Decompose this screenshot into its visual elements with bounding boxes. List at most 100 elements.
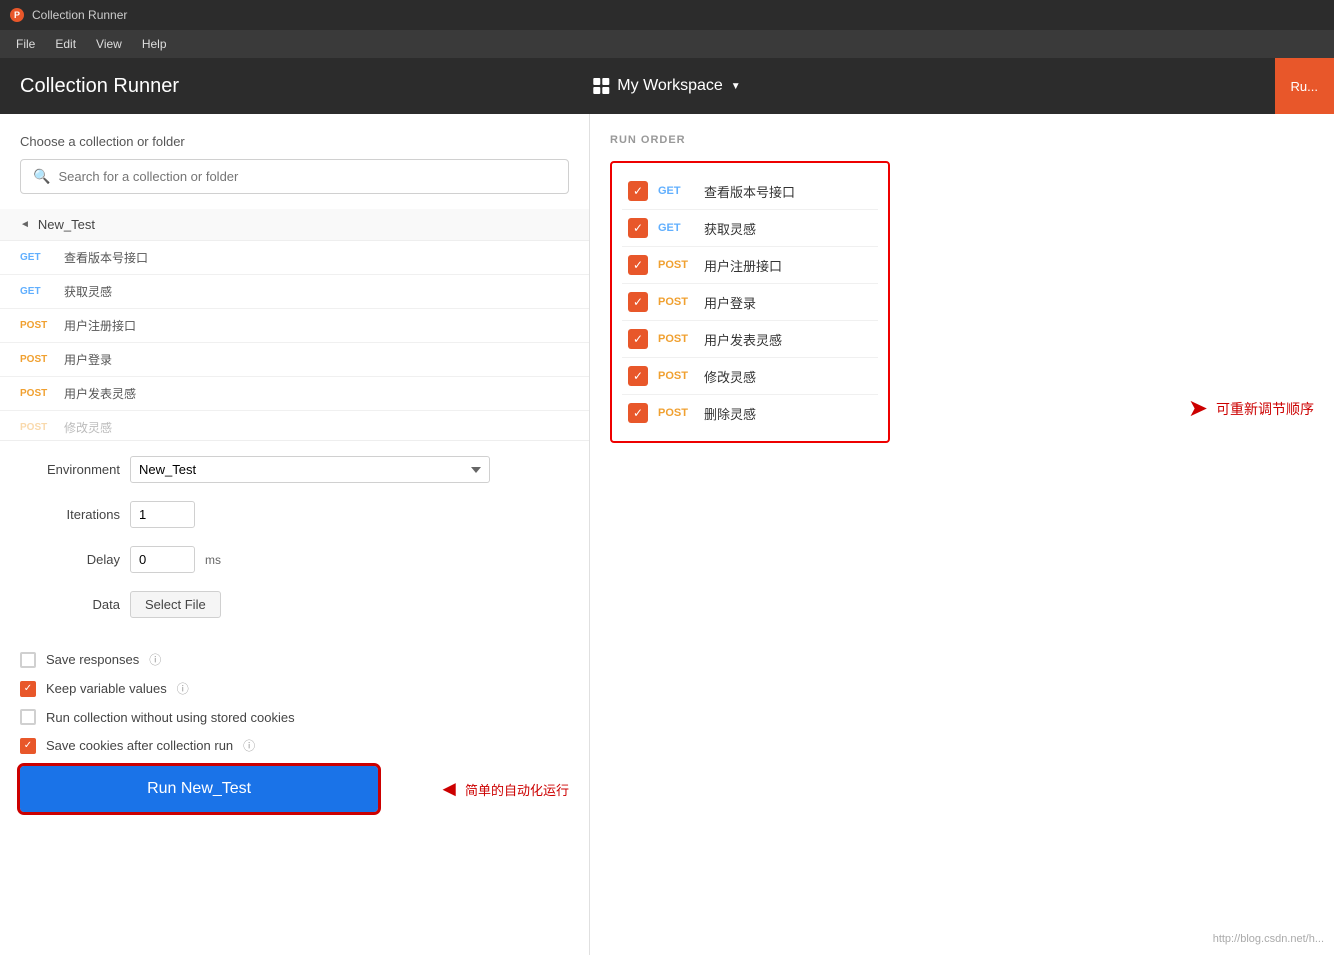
list-item: GET 查看版本号接口 — [0, 241, 589, 275]
select-file-button[interactable]: Select File — [130, 591, 221, 618]
right-panel: RUN ORDER ✓ GET 查看版本号接口 ✓ GET 获取灵感 ✓ POS… — [590, 114, 1334, 955]
collection-header[interactable]: ◄ New_Test — [0, 209, 589, 241]
method-badge: POST — [20, 388, 54, 399]
keep-variable-row: ✓ Keep variable values ⓘ — [0, 680, 589, 697]
save-responses-label: Save responses — [46, 652, 139, 667]
save-cookies-info-icon[interactable]: ⓘ — [243, 737, 255, 754]
run-order-item: ✓ POST 用户登录 — [622, 284, 878, 321]
method-badge: POST — [20, 320, 54, 331]
save-cookies-row: ✓ Save cookies after collection run ⓘ — [0, 737, 589, 754]
watermark: http://blog.csdn.net/h... — [1213, 933, 1324, 945]
request-name: 查看版本号接口 — [64, 249, 148, 266]
keep-variable-checkbox[interactable]: ✓ — [20, 681, 36, 697]
request-name: 用户登录 — [64, 351, 112, 368]
run-item-name: 获取灵感 — [704, 219, 756, 238]
save-cookies-checkbox[interactable]: ✓ — [20, 738, 36, 754]
keep-variable-info-icon[interactable]: ⓘ — [177, 680, 189, 697]
request-name: 获取灵感 — [64, 283, 112, 300]
run-method-badge: POST — [658, 259, 694, 271]
run-order-list: ✓ GET 查看版本号接口 ✓ GET 获取灵感 ✓ POST 用户注册接口 ✓… — [610, 161, 890, 443]
save-responses-row: Save responses ⓘ — [0, 651, 589, 668]
run-item-name: 用户注册接口 — [704, 256, 782, 275]
header: Collection Runner My Workspace ▼ Ru... — [0, 58, 1334, 114]
save-cookies-label: Save cookies after collection run — [46, 738, 233, 753]
request-list: GET 查看版本号接口 GET 获取灵感 POST 用户注册接口 POST 用户… — [0, 241, 589, 441]
workspace-selector[interactable]: My Workspace ▼ — [593, 77, 740, 95]
delay-unit: ms — [205, 553, 221, 567]
request-name: 修改灵感 — [64, 419, 112, 436]
chevron-down-icon: ▼ — [731, 81, 741, 92]
menu-edit[interactable]: Edit — [47, 35, 84, 53]
run-item-name: 用户登录 — [704, 293, 756, 312]
run-order-checkbox[interactable]: ✓ — [628, 255, 648, 275]
run-item-name: 修改灵感 — [704, 367, 756, 386]
run-method-badge: POST — [658, 296, 694, 308]
environment-row: Environment New_Test — [20, 456, 569, 483]
iterations-label: Iterations — [20, 507, 120, 522]
run-order-checkbox[interactable]: ✓ — [628, 366, 648, 386]
run-order-checkbox[interactable]: ✓ — [628, 403, 648, 423]
iterations-row: Iterations — [20, 501, 569, 528]
left-panel: Choose a collection or folder 🔍 ◄ New_Te… — [0, 114, 590, 955]
run-method-badge: POST — [658, 370, 694, 382]
annotation-auto: ◄ 简单的自动化运行 — [438, 776, 569, 802]
request-name: 用户注册接口 — [64, 317, 136, 334]
run-order-title: RUN ORDER — [610, 134, 1314, 146]
run-without-cookies-row: Run collection without using stored cook… — [0, 709, 589, 725]
method-badge: POST — [20, 422, 54, 433]
annotation-auto-text: 简单的自动化运行 — [465, 780, 569, 799]
menu-view[interactable]: View — [88, 35, 130, 53]
list-item: POST 用户注册接口 — [0, 309, 589, 343]
run-without-cookies-checkbox[interactable] — [20, 709, 36, 725]
search-box: 🔍 — [20, 159, 569, 194]
menu-help[interactable]: Help — [134, 35, 175, 53]
search-icon: 🔍 — [33, 168, 50, 185]
header-run-button[interactable]: Ru... — [1275, 58, 1334, 114]
header-title: Collection Runner — [20, 75, 179, 98]
run-method-badge: POST — [658, 333, 694, 345]
search-input[interactable] — [58, 169, 556, 184]
delay-row: Delay ms — [20, 546, 569, 573]
environment-label: Environment — [20, 462, 120, 477]
run-item-name: 删除灵感 — [704, 404, 756, 423]
run-order-checkbox[interactable]: ✓ — [628, 181, 648, 201]
menu-file[interactable]: File — [8, 35, 43, 53]
iterations-input[interactable] — [130, 501, 195, 528]
workspace-label: My Workspace — [617, 77, 723, 95]
list-item: GET 获取灵感 — [0, 275, 589, 309]
method-badge: POST — [20, 354, 54, 365]
run-order-item: ✓ POST 用户发表灵感 — [622, 321, 878, 358]
run-order-item: ✓ GET 获取灵感 — [622, 210, 878, 247]
run-method-badge: GET — [658, 222, 694, 234]
annotation-order: ➤ 可重新调节顺序 — [1188, 394, 1314, 423]
delay-input[interactable] — [130, 546, 195, 573]
request-name: 用户发表灵感 — [64, 385, 136, 402]
arrow-left-icon: ◄ — [438, 776, 460, 802]
delay-label: Delay — [20, 552, 120, 567]
run-item-name: 查看版本号接口 — [704, 182, 795, 201]
run-section: Run New_Test ◄ 简单的自动化运行 — [0, 766, 589, 827]
run-method-badge: GET — [658, 185, 694, 197]
run-method-badge: POST — [658, 407, 694, 419]
run-order-item: ✓ GET 查看版本号接口 — [622, 173, 878, 210]
main-layout: Choose a collection or folder 🔍 ◄ New_Te… — [0, 114, 1334, 955]
title-bar: P Collection Runner — [0, 0, 1334, 30]
keep-variable-label: Keep variable values — [46, 681, 167, 696]
data-label: Data — [20, 597, 120, 612]
environment-select[interactable]: New_Test — [130, 456, 490, 483]
run-without-cookies-label: Run collection without using stored cook… — [46, 710, 295, 725]
save-responses-checkbox[interactable] — [20, 652, 36, 668]
method-badge: GET — [20, 286, 54, 297]
run-button[interactable]: Run New_Test — [20, 766, 378, 812]
run-order-checkbox[interactable]: ✓ — [628, 292, 648, 312]
list-item: POST 用户发表灵感 — [0, 377, 589, 411]
run-order-checkbox[interactable]: ✓ — [628, 218, 648, 238]
app-icon: P — [10, 8, 24, 22]
run-order-checkbox[interactable]: ✓ — [628, 329, 648, 349]
collection-name: New_Test — [38, 217, 95, 232]
list-item: POST 用户登录 — [0, 343, 589, 377]
arrow-right-icon: ➤ — [1188, 394, 1208, 423]
save-responses-info-icon[interactable]: ⓘ — [149, 651, 161, 668]
method-badge: GET — [20, 252, 54, 263]
config-section: Environment New_Test Iterations Delay ms… — [0, 441, 589, 651]
